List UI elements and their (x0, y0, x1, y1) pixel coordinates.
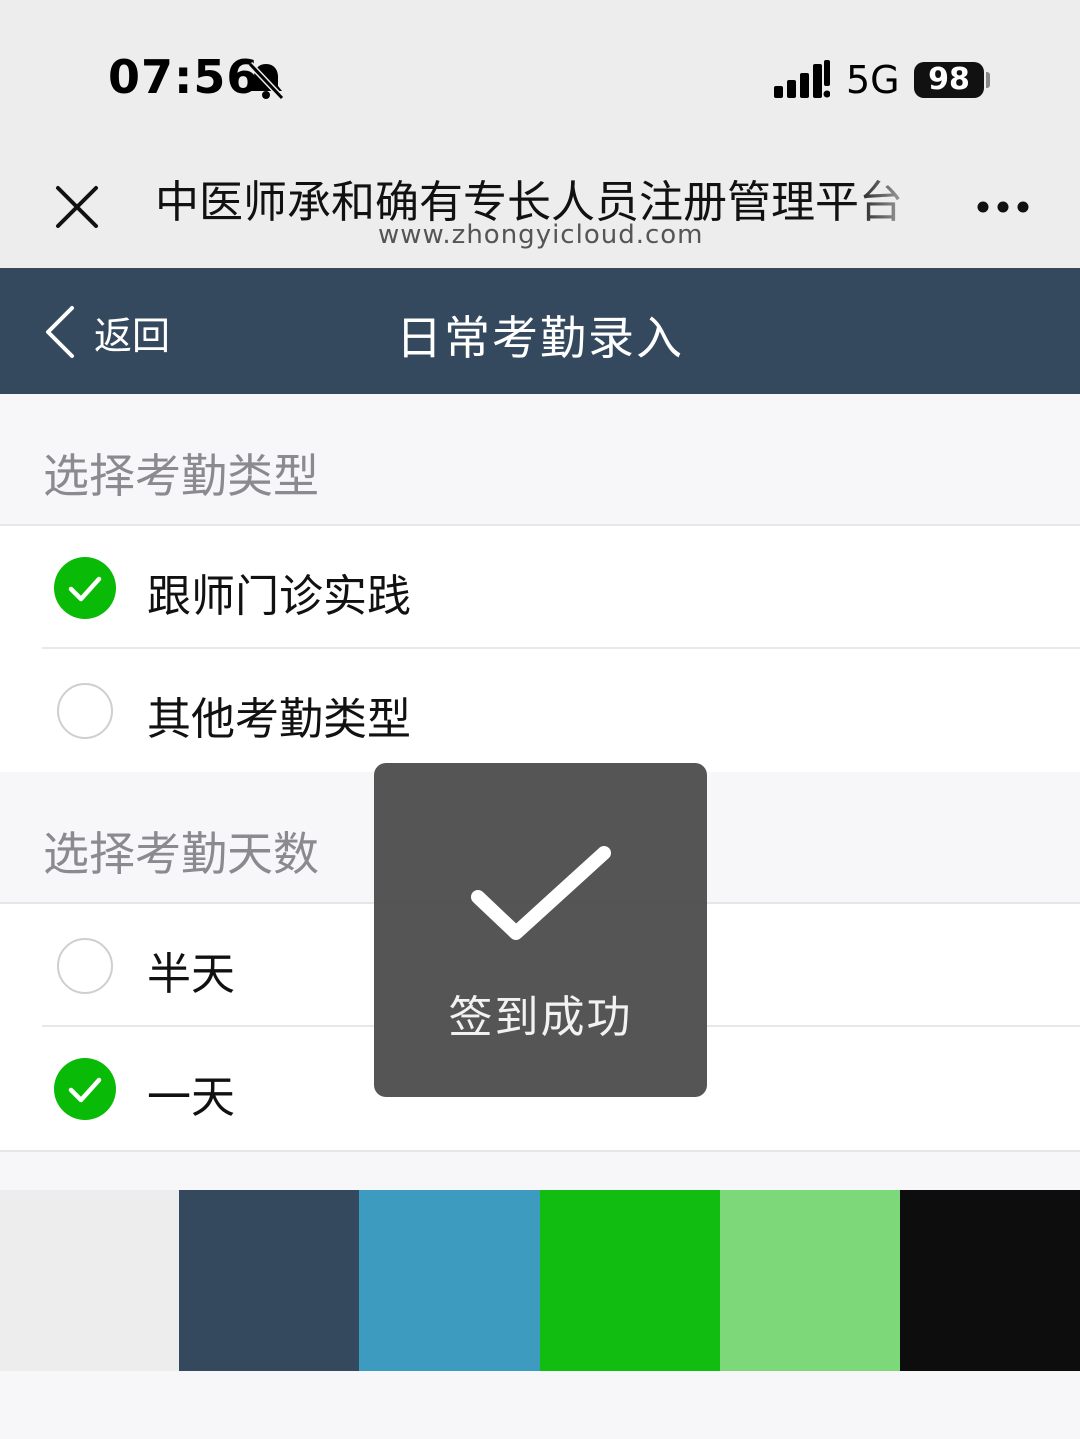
status-bar: 07:56 5G 98 (0, 0, 1080, 150)
radio-unchecked-icon (57, 938, 113, 994)
color-swatch (0, 1190, 180, 1371)
battery-tip (986, 72, 990, 88)
bottom-area (0, 1371, 1080, 1439)
back-button[interactable]: 返回 (40, 302, 170, 362)
option-row-type-0[interactable]: 跟师门诊实践 (0, 526, 1080, 649)
browser-bar: 中医师承和确有专长人员注册管理平台 www.zhongyicloud.com (0, 150, 1080, 268)
browser-page-title: 中医师承和确有专长人员注册管理平台 (155, 177, 903, 222)
status-time: 07:56 (108, 50, 260, 104)
option-label: 跟师门诊实践 (147, 571, 411, 622)
section-title-type: 选择考勤类型 (43, 449, 319, 503)
color-swatch (179, 1190, 360, 1371)
color-swatch (539, 1190, 720, 1371)
network-type: 5G (846, 58, 900, 102)
more-icon[interactable] (976, 200, 1030, 214)
close-icon[interactable] (52, 182, 102, 232)
success-toast: 签到成功 (374, 763, 707, 1097)
color-swatch (359, 1190, 540, 1371)
color-swatch (719, 1190, 900, 1371)
chevron-left-icon (46, 306, 74, 358)
radio-checked-icon (54, 1058, 116, 1120)
color-swatch (899, 1190, 1080, 1371)
browser-page-url: www.zhongyicloud.com (378, 220, 704, 250)
color-palette (0, 1190, 1080, 1371)
section-header-type: 选择考勤类型 (0, 394, 1080, 526)
option-label: 一天 (147, 1072, 235, 1123)
radio-unchecked-icon (57, 683, 113, 739)
option-row-type-1[interactable]: 其他考勤类型 (0, 649, 1080, 774)
back-label: 返回 (94, 313, 171, 358)
radio-checked-icon (54, 557, 116, 619)
signal-icon (774, 60, 830, 98)
option-label: 半天 (147, 949, 235, 1000)
section-title-days: 选择考勤天数 (43, 827, 319, 881)
toast-message: 签到成功 (448, 992, 633, 1043)
battery-level: 98 (928, 62, 970, 97)
option-label: 其他考勤类型 (147, 694, 411, 745)
bell-slash-icon (247, 61, 285, 101)
checkmark-icon (471, 846, 611, 940)
nav-bar: 日常考勤录入 返回 (0, 268, 1080, 394)
battery-indicator: 98 (914, 62, 984, 98)
